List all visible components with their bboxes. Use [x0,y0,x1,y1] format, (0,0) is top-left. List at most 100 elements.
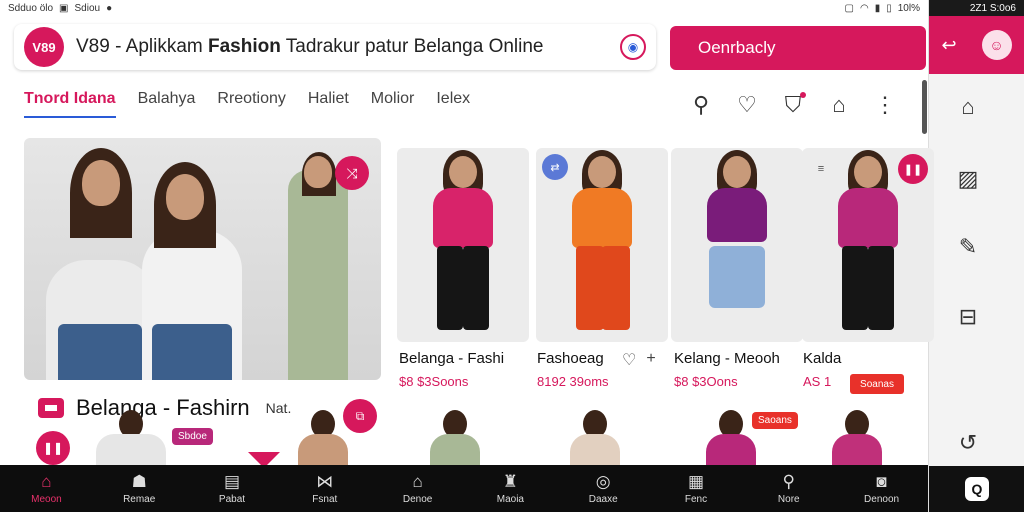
nav-item-home[interactable]: ⌂ Meoon [0,465,93,512]
thumb-body [570,434,620,466]
app-logo[interactable]: V89 [24,27,64,67]
bottom-nav: ⌂ Meoon ☗ Remae ▤ Pabat ⋈ Fsnat ⌂ Denoe ♜ Maoi… [0,465,928,512]
product-thumb[interactable] [570,410,620,466]
product-thumb[interactable] [832,410,882,466]
product-pants [576,246,604,330]
hero-banner[interactable]: ⤨ [24,138,381,380]
model-face [82,160,120,206]
bag-icon[interactable]: ⛉ [780,92,806,118]
shuffle-icon[interactable]: ⤨ [335,156,369,190]
tab-3[interactable]: Haliet [308,90,349,118]
status-sim-text: Sdiou [74,2,101,14]
image-edit-icon[interactable]: ▨ [953,164,983,194]
product-card[interactable]: ≡ ❚❚ [802,148,934,342]
share-icon[interactable]: ⧉ [343,399,377,433]
nav-label: Fenc [684,494,708,505]
scrollbar[interactable] [922,80,927,134]
thumb-body [298,434,348,466]
sim-icon: ▣ [59,2,69,14]
layout-icon[interactable]: ⊟ [953,302,983,332]
header-cta-button[interactable]: Oenrbacly [670,26,926,70]
product-thumb[interactable] [430,410,480,466]
product-top [838,188,898,248]
model-face-2 [166,174,204,220]
compare-icon[interactable]: ⇄ [542,154,568,180]
nav-item-1[interactable]: ☗ Remae [93,465,186,512]
pause-icon[interactable]: ❚❚ [898,154,928,184]
nav-item-3[interactable]: ⋈ Fsnat [278,465,371,512]
list-icon[interactable]: ≡ [808,156,834,182]
nav-label: Denoon [864,494,900,505]
tab-5[interactable]: Ielex [436,90,470,118]
rail-header: ↩ ☺ [929,16,1024,74]
home-icon[interactable]: ⌂ [953,92,983,122]
controller-icon: ◙ [876,472,887,491]
product-card[interactable] [671,148,803,342]
product-pants [842,246,868,330]
tag-icon: ☗ [131,472,147,491]
product-name[interactable]: Fashoeag [537,350,604,367]
product-name[interactable]: Kalda [803,350,841,367]
nav-item-2[interactable]: ▤ Pabat [186,465,279,512]
nav-item-7[interactable]: ▦ Fenc [650,465,743,512]
product-thumb[interactable] [96,410,166,466]
assistant-icon[interactable]: Q [965,477,989,501]
tab-2[interactable]: Rreotiony [217,90,285,118]
page-title: V89 - Aplikkam Fashion Tadrakur patur Be… [76,36,544,58]
more-icon[interactable]: ⋮ [872,92,898,118]
nav-label: Remae [123,494,156,505]
search-icon[interactable]: ⚲ [688,92,714,118]
nav-label: Fsnat [312,494,338,505]
figure-icon: ♜ [502,472,518,491]
store-icon: ⌂ [412,472,423,491]
product-price: $8 $3Soons [399,374,469,389]
nav-label: Maoia [496,494,524,505]
product-top [433,188,493,248]
signal-icon: ▮ [874,2,881,14]
tab-1[interactable]: Balahya [138,90,196,118]
plus-icon[interactable]: + [646,350,655,370]
product-pants [463,246,489,330]
tab-4[interactable]: Molior [371,90,415,118]
nav-label: Denoe [402,494,433,505]
avatar[interactable]: ☺ [981,30,1012,60]
nav-label: Nore [777,494,800,505]
tab-0[interactable]: Tnord Idana [24,90,116,118]
pause-badge-icon[interactable]: ❚❚ [36,431,70,465]
product-name[interactable]: Kelang - Meooh [674,350,780,367]
product-pants [868,246,894,330]
product-card[interactable] [397,148,529,342]
promo-tag: Saoans [752,412,798,429]
nav-item-9[interactable]: ◙ Denoon [835,465,928,512]
nav-item-4[interactable]: ⌂ Denoe [371,465,464,512]
bookmark-icon[interactable] [38,398,64,418]
heart-icon[interactable]: ♡ [734,92,760,118]
notification-icon: ● [106,2,113,14]
nav-item-8[interactable]: ⚲ Nore [742,465,835,512]
back-arrow-icon[interactable]: ↩ [941,35,956,56]
nav-label: Daaxe [588,494,618,505]
product-price: $8 $3Oons [674,374,738,389]
heart-icon[interactable]: ♡ [622,350,636,370]
product-thumb[interactable] [706,410,756,466]
nav-label: Meoon [31,494,62,505]
title-suffix: Tadrakur patur Belanga Online [280,36,544,57]
nav-item-5[interactable]: ♜ Maoia [464,465,557,512]
thumb-body [832,434,882,466]
title-prefix: V89 - Aplikkam [76,36,208,57]
house-icon[interactable]: ⌂ [826,92,852,118]
model-face [854,156,882,188]
nav-item-6[interactable]: ◎ Daaxe [557,465,650,512]
product-thumb[interactable] [298,410,348,466]
home-icon: ⌂ [41,472,52,491]
product-name[interactable]: Belanga - Fashi [399,350,504,367]
product-price: AS 1 [803,374,832,389]
camera-search-icon[interactable]: ◉ [620,34,646,60]
undo-icon[interactable]: ↺ [953,428,983,458]
pen-icon[interactable]: ✎ [953,232,983,262]
search-bar[interactable]: V89 V89 - Aplikkam Fashion Tadrakur patu… [14,24,656,70]
bowtie-icon: ⋈ [316,472,334,491]
product-card[interactable]: ⇄ [536,148,668,342]
model-face [449,156,477,188]
product-pants [602,246,630,330]
